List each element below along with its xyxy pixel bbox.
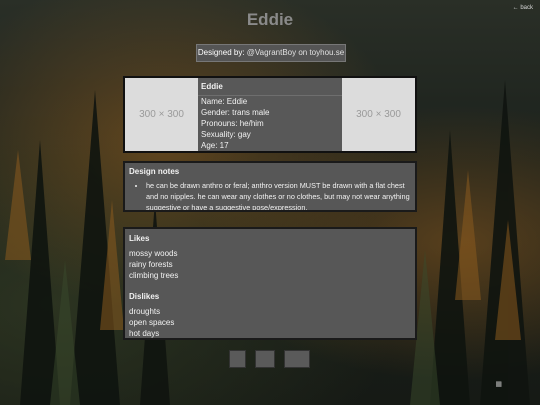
likes-heading: Likes	[129, 234, 150, 243]
likes-dislikes-panel: Likes mossy woods rainy forests climbing…	[123, 227, 417, 340]
gallery-thumbnail[interactable]	[229, 350, 246, 368]
designer-link[interactable]: @VagrantBoy on toyhou.se	[247, 48, 344, 57]
character-image-right[interactable]: 300 × 300	[342, 78, 415, 151]
character-name-heading: Eddie	[198, 78, 342, 96]
like-item: mossy woods	[129, 249, 178, 258]
image-icon[interactable]: ▦	[495, 380, 502, 388]
character-image-left[interactable]: 300 × 300	[125, 78, 198, 151]
info-name: Name: Eddie	[201, 97, 248, 106]
character-info-row: 300 × 300 Eddie Name: Eddie Gender: tran…	[123, 76, 417, 153]
design-note-item: he can be drawn anthro or feral; anthro …	[146, 180, 415, 210]
info-sexuality: Sexuality: gay	[201, 130, 251, 139]
dislikes-heading: Dislikes	[129, 292, 160, 301]
page-title: Eddie	[246, 10, 294, 29]
designer-credit: Designed by: @VagrantBoy on toyhou.se	[196, 44, 346, 62]
dislike-item: droughts	[129, 307, 161, 316]
gallery-thumbnail[interactable]	[255, 350, 275, 368]
design-notes-list: he can be drawn anthro or feral; anthro …	[125, 180, 415, 210]
dislike-item: open spaces	[129, 318, 175, 327]
credit-prefix: Designed by:	[197, 48, 245, 57]
design-notes-panel[interactable]: Design notes he can be drawn anthro or f…	[123, 161, 417, 212]
gallery-thumbnail[interactable]	[284, 350, 310, 368]
character-info-box: Eddie Name: Eddie Gender: trans male Pro…	[198, 78, 342, 151]
like-item: rainy forests	[129, 260, 173, 269]
info-gender: Gender: trans male	[201, 108, 270, 117]
info-pronouns: Pronouns: he/him	[201, 119, 264, 128]
info-age: Age: 17	[201, 141, 229, 150]
design-notes-heading: Design notes	[129, 167, 180, 176]
dislike-item: hot days	[129, 329, 160, 338]
like-item: climbing trees	[129, 271, 179, 280]
